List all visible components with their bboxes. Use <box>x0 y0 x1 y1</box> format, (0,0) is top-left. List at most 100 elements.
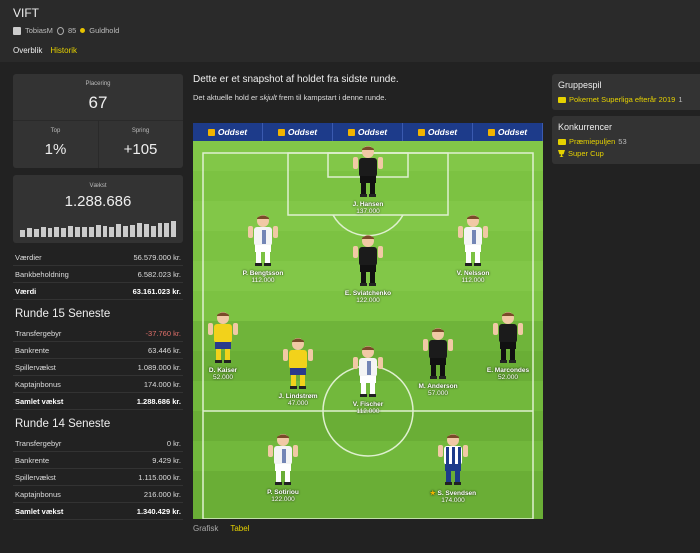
row-value: 9.429 kr. <box>152 455 181 465</box>
player-card[interactable]: ★ S. Svendsen 174.000 <box>418 431 488 504</box>
round14-table: Transfergebyr 0 kr. Bankrente 9.429 kr. Sp… <box>13 435 183 520</box>
growth-bar <box>40 227 46 237</box>
row-label: Samlet vækst <box>15 396 64 406</box>
ranking-card: Placering 67 Top 1% Spring +105 <box>13 74 183 168</box>
tab-historik[interactable]: Historik <box>50 46 77 55</box>
player-card[interactable]: D. Kaiser 52.000 <box>188 309 258 381</box>
player-card[interactable]: J. Hansen 137.000 <box>333 143 403 215</box>
growth-bar <box>88 227 94 237</box>
row-label: Værdier <box>15 252 42 262</box>
konkurrencer-card: Konkurrencer Præmiepuljen 53 Super Cup <box>552 116 700 164</box>
player-card[interactable]: E. Marcondes 52.000 <box>473 309 543 381</box>
player-figure <box>423 328 453 379</box>
player-value: 47.000 <box>288 400 308 407</box>
players-layer: J. Hansen 137.000 P. Bengtsson 112.000 E. Sv… <box>193 123 543 519</box>
tier-label: Guldhold <box>89 26 120 35</box>
player-value: 174.000 <box>441 497 465 504</box>
player-name: ★ S. Svendsen <box>429 490 477 497</box>
player-card[interactable]: P. Bengtsson 112.000 <box>228 212 298 284</box>
konkurrence-label[interactable]: Super Cup <box>568 149 604 158</box>
right-column: Gruppespil Pokernet Superliga efterår 20… <box>552 74 700 164</box>
growth-bar <box>95 225 101 237</box>
player-card[interactable]: V. Fischer 112.000 <box>333 343 403 415</box>
row-label: Bankbeholdning <box>15 269 69 279</box>
player-card[interactable]: E. Sviatchenko 122.000 <box>333 232 403 304</box>
medal-icon <box>56 26 64 35</box>
row-label: Kaptajnbonus <box>15 489 61 499</box>
table-row-total: Samlet vækst 1.340.429 kr. <box>13 503 183 520</box>
player-value: 112.000 <box>356 408 380 415</box>
growth-bar <box>130 225 135 237</box>
table-row: Værdier 56.579.000 kr. <box>13 249 183 266</box>
tab-tabel[interactable]: Tabel <box>230 524 249 533</box>
row-label: Samlet vækst <box>15 506 64 516</box>
gruppespil-link-label[interactable]: Pokernet Superliga efterår 2019 <box>569 95 675 104</box>
player-name: V. Nelsson <box>456 270 490 277</box>
player-card[interactable]: M. Anderson 57.000 <box>403 325 473 397</box>
gruppespil-title: Gruppespil <box>558 80 602 90</box>
player-name: J. Lindstrøm <box>278 393 318 400</box>
tab-overblik[interactable]: Overblik <box>13 46 42 55</box>
team-tabs: Overblik Historik <box>13 46 77 55</box>
player-card[interactable]: P. Sotiriou 122.000 <box>248 431 318 503</box>
konkurrence-label[interactable]: Præmiepuljen <box>569 137 615 146</box>
subtitle-text: Det aktuelle hold er <box>193 93 260 102</box>
player-name: V. Fischer <box>352 401 384 408</box>
medal-count: 85 <box>67 26 77 35</box>
row-label: Kaptajnbonus <box>15 379 61 389</box>
player-figure <box>283 338 313 389</box>
team-name: VIFT <box>13 6 39 20</box>
gruppespil-link[interactable]: Pokernet Superliga efterår 2019 1 <box>558 95 694 104</box>
growth-bar <box>157 222 163 237</box>
growth-bar <box>102 225 108 237</box>
group-icon <box>558 138 566 145</box>
growth-card: Vækst 1.288.686 <box>13 175 183 243</box>
row-label: Transfergebyr <box>15 438 62 448</box>
growth-bar <box>75 227 80 237</box>
row-value: 1.115.000 kr. <box>138 472 181 482</box>
player-card[interactable]: V. Nelsson 112.000 <box>438 212 508 284</box>
player-name: M. Anderson <box>418 383 458 390</box>
player-name: P. Bengtsson <box>242 270 284 277</box>
row-value: 0 kr. <box>166 438 181 448</box>
placering-label: Placering <box>85 81 111 87</box>
growth-bar <box>26 228 32 237</box>
team-meta: TobiasM 85 Guldhold <box>13 26 119 35</box>
player-figure <box>438 434 468 485</box>
player-name: J. Hansen <box>352 201 384 208</box>
player-name: D. Kaiser <box>208 367 238 374</box>
player-name: E. Marcondes <box>486 367 530 374</box>
row-value: 6.582.023 kr. <box>137 269 181 279</box>
table-row: Kaptajnbonus 216.000 kr. <box>13 486 183 503</box>
player-value: 52.000 <box>213 374 233 381</box>
growth-bar <box>54 226 60 237</box>
growth-bar <box>164 223 170 237</box>
player-value: 122.000 <box>356 297 380 304</box>
player-value: 112.000 <box>461 277 485 284</box>
spring-label: Spring <box>131 128 150 134</box>
player-name: P. Sotiriou <box>267 489 299 496</box>
player-card[interactable]: J. Lindstrøm 47.000 <box>263 335 333 407</box>
left-column: Placering 67 Top 1% Spring +105 Vækst 1.… <box>13 74 183 520</box>
row-value: 174.000 kr. <box>143 379 181 389</box>
growth-bar <box>33 229 39 237</box>
top-label: Top <box>50 128 61 134</box>
tab-grafisk[interactable]: Grafisk <box>193 524 218 533</box>
row-value: 63.446 kr. <box>148 345 181 355</box>
growth-bar <box>68 225 73 237</box>
growth-bar <box>123 225 128 237</box>
konkurrence-link-super-cup[interactable]: Super Cup <box>558 149 694 158</box>
owner-name[interactable]: TobiasM <box>25 26 53 35</box>
konkurrence-count: 53 <box>618 137 627 146</box>
konkurrence-link-praemiepuljen[interactable]: Præmiepuljen 53 <box>558 137 694 146</box>
table-row: Transfergebyr -37.760 kr. <box>13 325 183 342</box>
group-icon <box>558 96 566 103</box>
round14-title: Runde 14 Seneste <box>15 418 111 430</box>
growth-bar <box>20 229 25 237</box>
view-tabs: Grafisk Tabel <box>193 524 249 533</box>
captain-star-icon: ★ <box>429 490 438 497</box>
user-flag-icon <box>13 26 21 35</box>
cup-icon <box>558 150 565 157</box>
subtitle-text: frem til kampstart i denne runde. <box>276 93 387 102</box>
player-figure <box>268 434 298 485</box>
